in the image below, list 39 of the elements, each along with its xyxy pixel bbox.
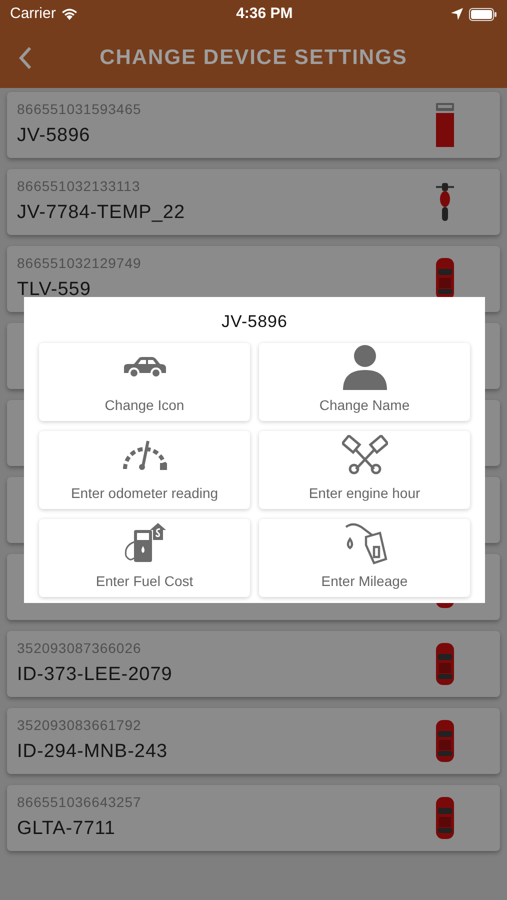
device-name: JV-5896 <box>17 124 90 148</box>
device-imei: 352093083661792 <box>17 716 142 736</box>
device-name: TLV-559 <box>17 278 91 302</box>
device-imei: 866551032129749 <box>17 254 142 274</box>
device-imei: 352093087366026 <box>17 639 142 658</box>
gauge-icon <box>122 438 168 470</box>
battery-icon <box>468 8 497 20</box>
truck-icon <box>435 103 455 147</box>
person-icon <box>342 344 386 390</box>
option-tile[interactable]: Enter Fuel Cost <box>39 518 250 596</box>
status-time: 4:36 PM <box>236 4 293 24</box>
car-icon <box>435 643 455 685</box>
device-card[interactable]: 866551036643257 GLTA-7711 <box>7 785 500 851</box>
option-tile[interactable]: Change Name <box>259 342 470 420</box>
device-imei: 866551031593465 <box>17 100 142 120</box>
wifi-icon <box>60 8 78 20</box>
device-name: JV-7784-TEMP_22 <box>17 201 186 226</box>
location-arrow-icon <box>450 8 463 20</box>
device-card[interactable]: 352093087366026 ID-373-LEE-2079 <box>7 631 500 697</box>
dialog-title: JV-5896 <box>220 311 288 333</box>
pistons-icon <box>342 434 388 474</box>
option-tile[interactable]: Enter engine hour <box>259 430 470 508</box>
car-icon <box>435 258 455 300</box>
device-card[interactable]: 866551031593465 JV-5896 <box>7 92 500 158</box>
device-imei: 866551032133113 <box>17 177 140 196</box>
car-icon <box>122 354 168 378</box>
option-tile[interactable]: Change Icon <box>39 342 250 420</box>
page-title: CHANGE DEVICE SETTINGS <box>98 45 408 72</box>
device-imei: 866551036643257 <box>17 793 142 812</box>
car-icon <box>435 797 455 839</box>
device-card[interactable]: 866551032133113 JV-7784-TEMP_22 <box>7 169 500 235</box>
option-tile[interactable]: Enter odometer reading <box>39 430 250 508</box>
device-card[interactable]: 352093083661792 ID-294-MNB-243 <box>7 708 500 774</box>
device-name: GLTA-7711 <box>17 817 116 842</box>
motorcycle-icon <box>435 181 455 223</box>
car-icon <box>435 720 455 762</box>
carrier-label: Carrier <box>10 4 56 24</box>
device-name: ID-294-MNB-243 <box>17 740 168 764</box>
device-name: ID-373-LEE-2079 <box>17 663 172 688</box>
